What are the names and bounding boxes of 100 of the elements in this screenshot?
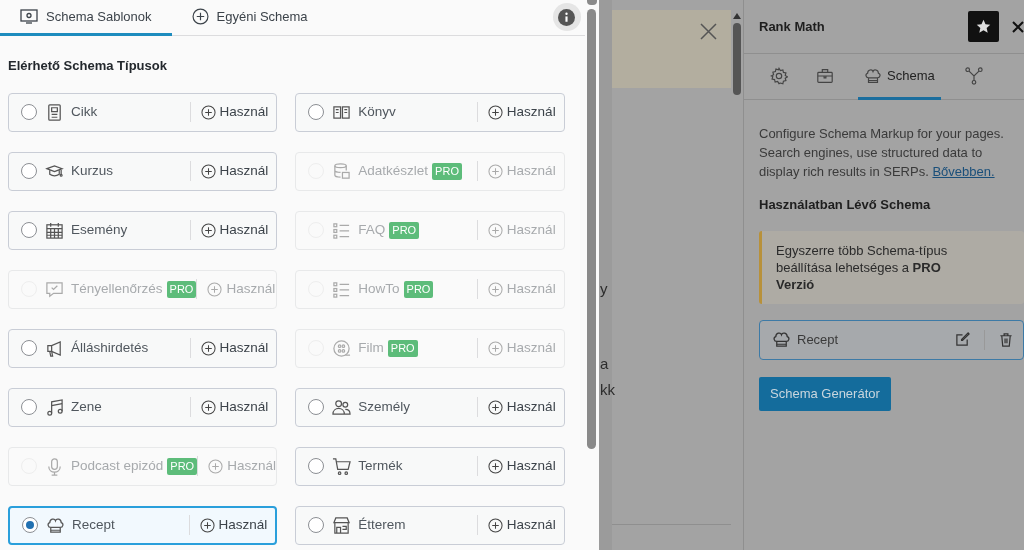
radio-button[interactable]: [22, 517, 38, 533]
schema-type-card[interactable]: Könyv Használ: [295, 92, 565, 132]
use-button[interactable]: Használ: [200, 337, 269, 359]
notice-text: Egyszerre több Schema-típus beállítása lehetséges a PRO Verzió: [776, 241, 949, 293]
scrollbar-cap: [586, 0, 597, 5]
sidebar-tab[interactable]: Schema: [858, 54, 941, 100]
microphone-icon: [45, 456, 64, 476]
schema-type-name: Recept: [72, 515, 115, 534]
schema-name: Recept: [797, 330, 839, 349]
document-icon: [45, 102, 64, 122]
use-button[interactable]: Használ: [487, 514, 556, 536]
pro-badge: PRO: [166, 280, 197, 298]
edit-icon[interactable]: [955, 332, 970, 347]
briefcase-icon: [816, 66, 834, 85]
schema-type-name: Esemény: [71, 220, 128, 239]
schema-type-name: Termék: [358, 456, 403, 475]
radio-button[interactable]: [308, 458, 325, 474]
use-button[interactable]: Használ: [199, 514, 268, 536]
plus-circle-icon: [487, 163, 503, 179]
pro-badge: PRO: [403, 280, 434, 298]
use-button[interactable]: Használ: [200, 219, 269, 241]
schema-type-card[interactable]: Zene Használ: [8, 387, 278, 427]
section-heading: Elérhető Schema Típusok: [7, 57, 168, 75]
scrollbar-thumb[interactable]: [587, 9, 597, 449]
schema-type-name: Étterem: [358, 515, 406, 534]
text-fragment: kk: [600, 380, 616, 400]
schema-type-card[interactable]: Cikk Használ: [8, 92, 278, 132]
plus-circle-icon: [487, 104, 503, 120]
people-icon: [332, 397, 352, 417]
schema-type-name: Kurzus: [71, 161, 114, 180]
use-button[interactable]: Használ: [200, 101, 269, 123]
schema-type-card[interactable]: Termék Használ: [295, 446, 565, 486]
schema-type-card[interactable]: Étterem Használ: [295, 505, 565, 545]
chef-hat-icon: [46, 515, 65, 535]
schema-type-name: Tényellenőrzés: [71, 279, 163, 298]
radio-button[interactable]: [21, 399, 37, 415]
megaphone-icon: [45, 338, 64, 358]
schema-generator-button[interactable]: Schema Generátor: [759, 376, 891, 411]
close-icon[interactable]: [700, 23, 718, 40]
plus-circle-icon: [200, 399, 216, 415]
use-button[interactable]: Használ: [487, 455, 556, 477]
plus-circle-icon: [487, 222, 503, 238]
plus-circle-icon: [208, 458, 224, 474]
schema-type-card[interactable]: Álláshirdetés Használ: [8, 328, 278, 368]
chef-hat-icon: [864, 66, 882, 85]
plus-circle-icon: [487, 517, 503, 533]
use-button[interactable]: Használ: [200, 396, 269, 418]
use-button[interactable]: Használ: [200, 160, 269, 182]
radio-button[interactable]: [308, 399, 325, 415]
schema-type-name: Adatkészlet: [358, 161, 429, 180]
star-button[interactable]: [968, 11, 999, 42]
schema-type-name: Podcast epizód: [71, 456, 164, 475]
close-icon[interactable]: [1012, 20, 1024, 33]
pro-badge: PRO: [389, 221, 420, 239]
schema-type-name: Film: [358, 338, 384, 357]
schema-type-name: Zene: [71, 397, 102, 416]
schema-type-name: Álláshirdetés: [71, 338, 149, 357]
schema-type-card[interactable]: Kurzus Használ: [8, 151, 278, 191]
radio-button[interactable]: [21, 222, 37, 238]
pro-badge: PRO: [387, 339, 418, 357]
plus-circle-icon: [487, 340, 503, 356]
scroll-up-icon[interactable]: [733, 13, 742, 19]
nodes-icon: [964, 66, 983, 85]
tab[interactable]: Schema Sablonok: [0, 0, 172, 36]
use-button[interactable]: Használ: [487, 101, 556, 123]
schema-type-name: HowTo: [358, 279, 400, 298]
schema-type-card[interactable]: Esemény Használ: [8, 210, 278, 250]
star-icon: [976, 19, 991, 34]
section-heading: Használatban Lévő Schema: [759, 196, 932, 214]
list-icon: [332, 220, 352, 240]
use-button[interactable]: Használ: [487, 396, 556, 418]
certificate-icon: [20, 9, 38, 24]
radio-button[interactable]: [21, 340, 37, 356]
settings-icon: [770, 66, 788, 85]
radio-button[interactable]: [21, 104, 37, 120]
plus-circle-icon: [487, 281, 503, 297]
schema-type-card[interactable]: Recept Használ: [8, 505, 278, 545]
plus-circle-icon: [200, 222, 216, 238]
plus-circle-icon: [199, 517, 215, 533]
radio-button[interactable]: [308, 104, 325, 120]
plus-circle-icon: [487, 458, 503, 474]
chef-hat-icon: [772, 330, 791, 349]
schema-type-card[interactable]: Személy Használ: [295, 387, 565, 427]
database-icon: [332, 161, 352, 181]
text-fragment: a: [600, 353, 609, 374]
plus-circle-icon: [200, 340, 216, 356]
plus-circle-icon: [200, 104, 216, 120]
text-fragment: y: [600, 279, 608, 299]
music-note-icon: [45, 397, 64, 417]
calendar-icon: [45, 220, 64, 240]
scrollbar-thumb[interactable]: [733, 23, 742, 95]
list-icon: [332, 279, 352, 299]
radio-button[interactable]: [308, 517, 325, 533]
plus-circle-icon: [200, 163, 216, 179]
pro-badge: PRO: [167, 457, 198, 475]
tab[interactable]: Egyéni Schema: [171, 0, 328, 36]
trash-icon[interactable]: [999, 332, 1013, 347]
pro-badge: PRO: [432, 162, 462, 180]
radio-button[interactable]: [21, 163, 37, 179]
info-icon[interactable]: [558, 8, 576, 26]
